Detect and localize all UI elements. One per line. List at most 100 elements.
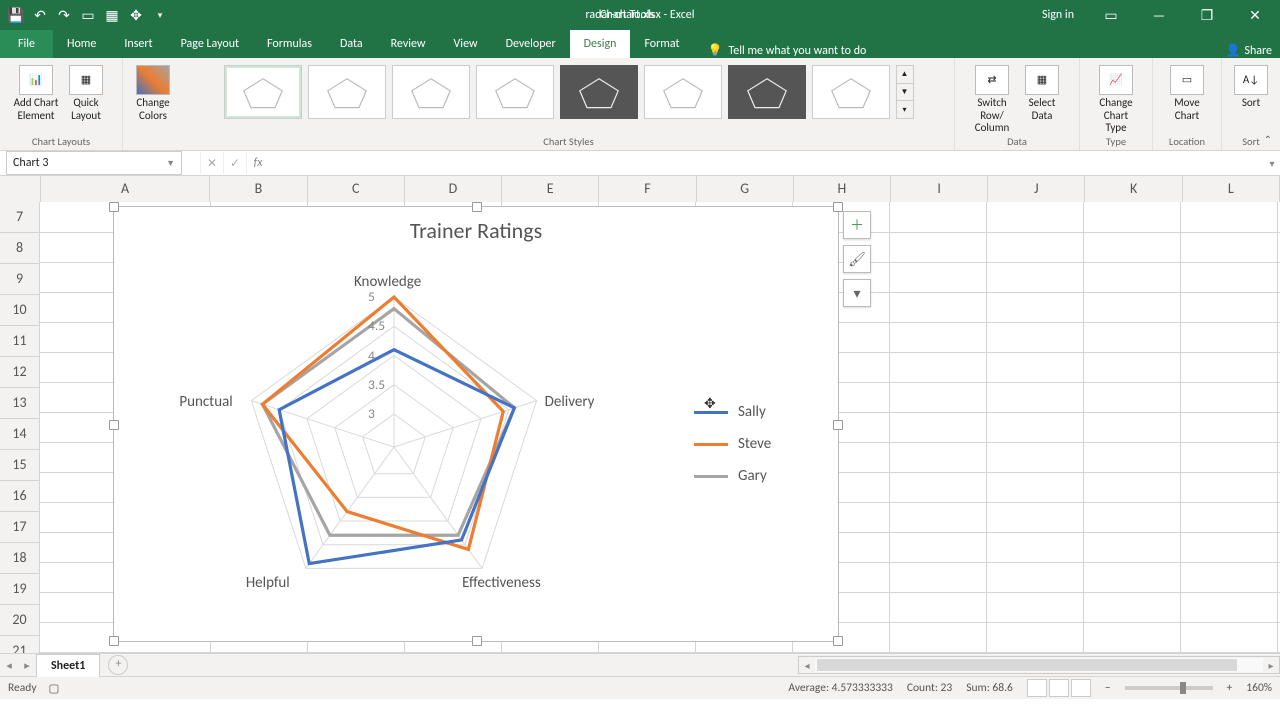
resize-handle[interactable] (472, 636, 482, 646)
column-header[interactable]: G (697, 176, 794, 202)
row-header[interactable]: 15 (0, 450, 40, 481)
chart-object[interactable]: Trainer Ratings KnowledgeDeliveryEffecti… (113, 206, 839, 642)
tab-review[interactable]: Review (377, 30, 440, 58)
qa-icon[interactable]: ▭ (80, 7, 96, 23)
save-icon[interactable]: 💾 (8, 7, 24, 23)
change-colors-button[interactable]: Change Colors (130, 61, 176, 122)
resize-handle[interactable] (109, 202, 119, 212)
move-chart-button[interactable]: ▭Move Chart (1164, 61, 1210, 122)
sign-in-link[interactable]: Sign in (1032, 8, 1084, 22)
chart-elements-button[interactable]: ＋ (843, 211, 871, 239)
column-header[interactable]: F (599, 176, 696, 202)
zoom-in-icon[interactable]: + (1227, 681, 1233, 695)
fx-icon[interactable]: fx (246, 152, 269, 174)
tab-page-layout[interactable]: Page Layout (167, 30, 253, 58)
resize-handle[interactable] (109, 636, 119, 646)
row-header[interactable]: 20 (0, 605, 40, 636)
maximize-button[interactable]: ❐ (1186, 0, 1228, 30)
redo-icon[interactable]: ↷ (56, 7, 72, 23)
style-thumb-3[interactable] (392, 65, 470, 119)
row-header[interactable]: 17 (0, 512, 40, 543)
row-header[interactable]: 14 (0, 419, 40, 450)
undo-icon[interactable]: ↶ (32, 7, 48, 23)
column-header[interactable]: D (405, 176, 502, 202)
style-thumb-2[interactable] (308, 65, 386, 119)
select-data-button[interactable]: ▦Select Data (1019, 61, 1065, 122)
style-thumb-4[interactable] (476, 65, 554, 119)
chevron-down-icon[interactable]: ▼ (166, 158, 175, 169)
row-header[interactable]: 10 (0, 295, 40, 326)
view-buttons[interactable] (1027, 679, 1091, 697)
style-thumb-1[interactable] (224, 65, 302, 119)
chart-filters-button[interactable]: ▾ (843, 279, 871, 307)
collapse-ribbon-icon[interactable]: ⌃ (1264, 133, 1272, 146)
row-header[interactable]: 11 (0, 326, 40, 357)
zoom-level[interactable]: 160% (1246, 681, 1272, 695)
tab-data[interactable]: Data (326, 30, 377, 58)
legend-entry[interactable]: Steve (694, 435, 771, 453)
row-header[interactable]: 7 (0, 202, 40, 233)
column-header[interactable]: K (1085, 176, 1182, 202)
sheet-nav-next[interactable]: ▸ (18, 659, 36, 672)
zoom-slider[interactable] (1125, 686, 1213, 690)
share-button[interactable]: 👤 Share (1225, 43, 1272, 58)
enter-formula-icon[interactable]: ✓ (223, 152, 246, 174)
style-gallery-nav[interactable]: ▲▼▾ (896, 65, 914, 119)
chart-title[interactable]: Trainer Ratings (114, 217, 838, 244)
name-box[interactable]: Chart 3▼ (6, 151, 182, 175)
legend-entry[interactable]: Gary (694, 467, 771, 485)
qa-dropdown-icon[interactable]: ▾ (152, 7, 168, 23)
expand-formula-bar-icon[interactable]: ▾ (1264, 157, 1280, 170)
add-sheet-button[interactable]: + (108, 655, 128, 675)
column-header[interactable]: H (794, 176, 891, 202)
ribbon-display-icon[interactable]: ▭ (1090, 0, 1132, 30)
minimize-button[interactable]: — (1138, 0, 1180, 30)
close-button[interactable]: ✕ (1234, 0, 1276, 30)
tab-design[interactable]: Design (570, 30, 631, 58)
column-header[interactable]: C (308, 176, 405, 202)
tab-view[interactable]: View (440, 30, 492, 58)
cancel-formula-icon[interactable]: ✕ (200, 152, 223, 174)
zoom-out-icon[interactable]: − (1105, 681, 1111, 695)
quick-layout-button[interactable]: ▦Quick Layout (63, 61, 109, 122)
resize-handle[interactable] (833, 420, 843, 430)
select-all-corner[interactable] (0, 176, 41, 202)
formula-bar-input[interactable] (269, 152, 1264, 174)
legend-entry[interactable]: Sally (694, 403, 771, 421)
sheet-nav-prev[interactable]: ◂ (0, 659, 18, 672)
column-header[interactable]: A (41, 176, 211, 202)
style-thumb-8[interactable] (812, 65, 890, 119)
style-thumb-7[interactable] (728, 65, 806, 119)
add-chart-element-button[interactable]: 📊Add Chart Element (13, 61, 59, 122)
column-header[interactable]: E (502, 176, 599, 202)
horizontal-scrollbar[interactable]: ◂▸ (798, 656, 1280, 674)
chart-styles-button[interactable]: 🖌 (843, 245, 871, 273)
row-header[interactable]: 19 (0, 574, 40, 605)
row-header[interactable]: 8 (0, 233, 40, 264)
switch-row-column-button[interactable]: ⇄Switch Row/ Column (969, 61, 1015, 135)
resize-handle[interactable] (833, 636, 843, 646)
resize-handle[interactable] (833, 202, 843, 212)
tab-formulas[interactable]: Formulas (253, 30, 326, 58)
macro-record-icon[interactable]: ▢ (49, 681, 60, 696)
chart-legend[interactable]: Sally Steve Gary (694, 267, 771, 621)
resize-handle[interactable] (472, 202, 482, 212)
row-header[interactable]: 18 (0, 543, 40, 574)
tab-format[interactable]: Format (630, 30, 693, 58)
tab-insert[interactable]: Insert (110, 30, 166, 58)
row-header[interactable]: 16 (0, 481, 40, 512)
row-header[interactable]: 21 (0, 636, 40, 653)
tell-me-search[interactable]: 💡 Tell me what you want to do (708, 43, 867, 58)
column-header[interactable]: L (1183, 176, 1280, 202)
sort-button[interactable]: A↓Sort (1228, 61, 1274, 110)
tab-developer[interactable]: Developer (492, 30, 570, 58)
qa-icon[interactable]: ▦ (104, 7, 120, 23)
row-header[interactable]: 12 (0, 357, 40, 388)
sheet-tab[interactable]: Sheet1 (36, 654, 100, 677)
column-header[interactable]: I (891, 176, 988, 202)
touch-mode-icon[interactable]: ✥ (128, 7, 144, 23)
tab-file[interactable]: File (0, 30, 53, 58)
radar-plot-area[interactable]: KnowledgeDeliveryEffectivenessHelpfulPun… (164, 267, 664, 607)
tab-home[interactable]: Home (53, 30, 110, 58)
worksheet-area[interactable]: ABCDEFGHIJKL 789101112131415161718192021… (0, 176, 1280, 653)
